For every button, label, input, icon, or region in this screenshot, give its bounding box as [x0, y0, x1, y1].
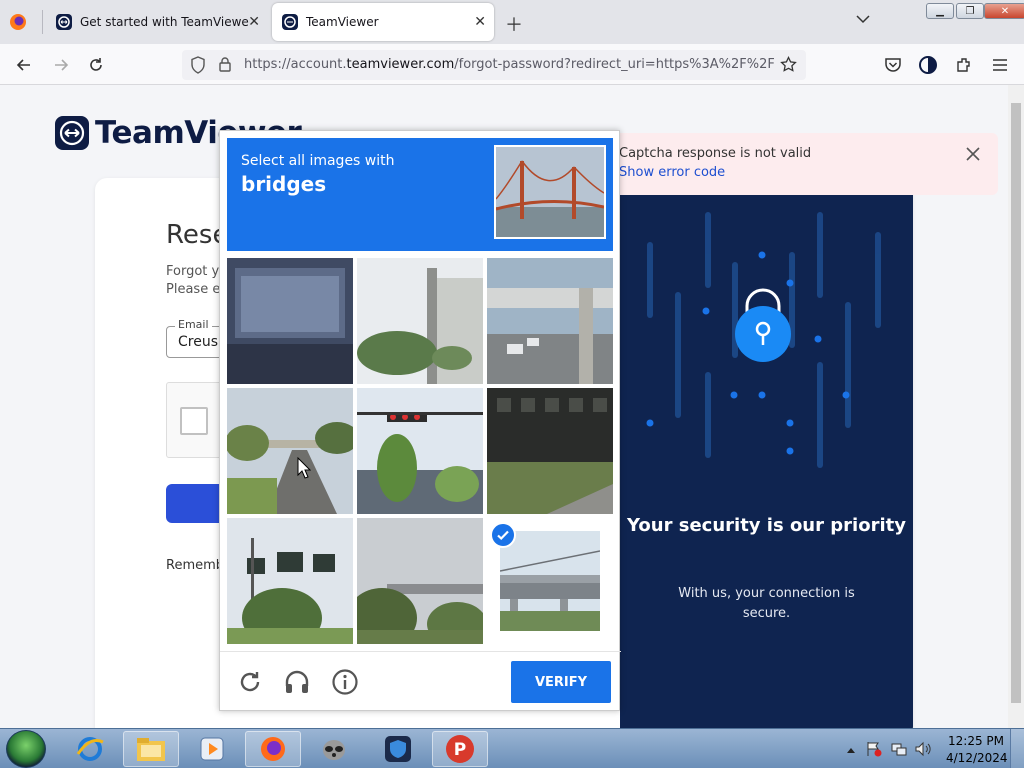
- show-error-code-link[interactable]: Show error code: [619, 165, 725, 180]
- close-tab-icon[interactable]: ✕: [474, 14, 486, 30]
- network-icon[interactable]: [891, 741, 907, 761]
- show-hidden-icons-icon[interactable]: [846, 743, 856, 758]
- captcha-tile[interactable]: [357, 258, 483, 384]
- tab-title: Get started with TeamViewer Re: [80, 15, 250, 29]
- tab-separator: [42, 10, 43, 34]
- forward-arrow-icon[interactable]: [50, 54, 72, 76]
- close-tab-icon[interactable]: ✕: [248, 14, 260, 30]
- psiphon-icon[interactable]: P: [432, 731, 488, 767]
- teamviewer-favicon-icon: [282, 14, 298, 30]
- captcha-tile[interactable]: [357, 388, 483, 514]
- window-close-button[interactable]: ✕: [984, 3, 1024, 19]
- hamburger-menu-icon[interactable]: [989, 54, 1011, 76]
- captcha-tile[interactable]: [357, 518, 483, 644]
- firefox-taskbar-icon[interactable]: [245, 731, 301, 767]
- vertical-scrollbar[interactable]: [1008, 85, 1024, 728]
- captcha-tile[interactable]: [487, 258, 613, 384]
- info-icon[interactable]: [331, 668, 359, 696]
- captcha-tile[interactable]: [487, 388, 613, 514]
- svg-text:P: P: [454, 740, 466, 760]
- minimize-button[interactable]: ▁: [926, 3, 954, 19]
- account-icon[interactable]: [917, 54, 939, 76]
- teamviewer-favicon-icon: [56, 14, 72, 30]
- clock-time[interactable]: 12:25 PM: [948, 734, 1004, 748]
- error-banner: Captcha response is not valid Show error…: [606, 133, 998, 195]
- internet-explorer-icon[interactable]: [62, 731, 118, 767]
- captcha-checkbox[interactable]: [180, 407, 208, 435]
- headphones-icon[interactable]: [283, 668, 311, 696]
- file-explorer-icon[interactable]: [123, 731, 179, 767]
- remember-password-text: Rememb: [166, 558, 225, 573]
- navigation-toolbar: https://account.teamviewer.com/forgot-pa…: [0, 44, 1024, 85]
- tab-title: TeamViewer: [306, 15, 379, 29]
- hero-title: Your security is our priority: [627, 515, 906, 536]
- windows-taskbar: P 12:25 PM 4/12/2024: [0, 728, 1024, 768]
- scrollbar-thumb[interactable]: [1011, 103, 1021, 703]
- close-icon[interactable]: [964, 145, 982, 163]
- show-desktop-button[interactable]: [1010, 729, 1024, 768]
- captcha-tile[interactable]: [227, 388, 353, 514]
- reload-icon[interactable]: [85, 54, 107, 76]
- error-message: Captcha response is not valid: [619, 146, 812, 161]
- shield-icon[interactable]: [190, 56, 206, 78]
- maximize-button[interactable]: ❐: [956, 3, 984, 19]
- new-tab-icon[interactable]: ＋: [505, 11, 523, 37]
- mouse-cursor-icon: [297, 456, 312, 483]
- captcha-target-word: bridges: [241, 172, 327, 196]
- url-bar[interactable]: https://account.teamviewer.com/forgot-pa…: [182, 50, 806, 80]
- email-value: Creus: [178, 334, 219, 350]
- verify-button[interactable]: VERIFY: [511, 661, 611, 703]
- action-center-flag-icon[interactable]: [866, 741, 882, 761]
- captcha-tile[interactable]: [227, 518, 353, 644]
- captcha-tile[interactable]: [227, 258, 353, 384]
- shield-app-icon[interactable]: [370, 731, 426, 767]
- firefox-menu-icon[interactable]: [8, 12, 28, 32]
- captcha-header: Select all images with bridges: [227, 138, 613, 251]
- selected-check-icon: [490, 522, 516, 548]
- extensions-icon[interactable]: [953, 54, 975, 76]
- media-player-icon[interactable]: [184, 731, 240, 767]
- lock-icon[interactable]: [218, 56, 232, 76]
- clock-date[interactable]: 4/12/2024: [946, 751, 1008, 765]
- pocket-icon[interactable]: [882, 54, 904, 76]
- security-hero-panel: Your security is our priority With us, y…: [620, 195, 913, 728]
- captcha-image-grid: [227, 258, 613, 644]
- captcha-prompt: Select all images with: [241, 153, 395, 169]
- chevron-down-icon[interactable]: [856, 13, 870, 28]
- refresh-icon[interactable]: [236, 668, 264, 696]
- volume-icon[interactable]: [914, 741, 932, 761]
- start-button[interactable]: [6, 730, 46, 768]
- tab-teamviewer[interactable]: TeamViewer ✕: [272, 3, 494, 41]
- captcha-example-image: [494, 145, 606, 239]
- teamviewer-logo-icon: [55, 116, 89, 150]
- tab-strip: Get started with TeamViewer Re ✕ TeamVie…: [0, 0, 1024, 44]
- security-lock-illustration: [646, 212, 881, 468]
- tab-get-started[interactable]: Get started with TeamViewer Re ✕: [46, 3, 268, 41]
- back-arrow-icon[interactable]: [13, 54, 35, 76]
- raccoon-app-icon[interactable]: [306, 731, 362, 767]
- hero-subtitle: With us, your connection is secure.: [678, 586, 855, 621]
- url-text: https://account.teamviewer.com/forgot-pa…: [244, 57, 774, 72]
- email-label: Email: [175, 318, 212, 331]
- bookmark-star-icon[interactable]: [780, 55, 797, 77]
- captcha-footer: VERIFY: [220, 651, 621, 712]
- captcha-challenge-dialog: Select all images with bridges VERIFY: [219, 130, 621, 712]
